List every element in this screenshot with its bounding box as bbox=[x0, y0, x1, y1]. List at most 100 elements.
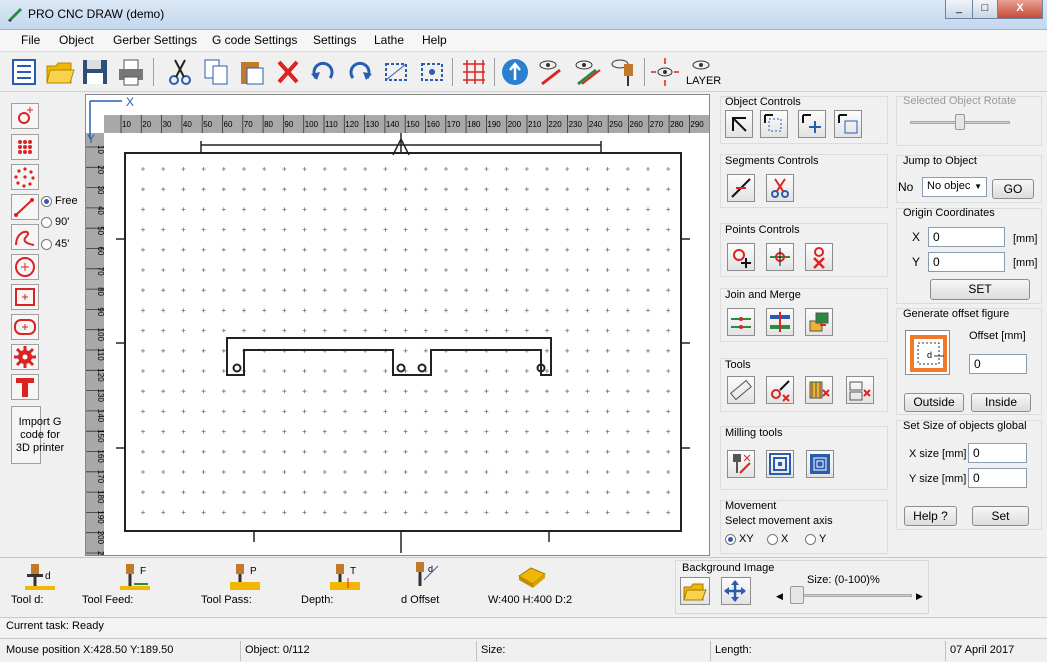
rotate-slider-thumb[interactable] bbox=[955, 114, 965, 130]
snap-free-radio[interactable]: Free bbox=[41, 195, 78, 207]
clear-tool-icon[interactable] bbox=[846, 376, 874, 404]
measure-tool-icon[interactable] bbox=[766, 376, 794, 404]
view-move-icon[interactable] bbox=[650, 56, 680, 88]
select-group-icon[interactable] bbox=[760, 110, 788, 138]
jump-object-select[interactable]: No objec ▼ bbox=[922, 177, 987, 197]
open-image-icon[interactable] bbox=[680, 577, 710, 605]
drill-icon[interactable] bbox=[727, 450, 755, 478]
y-tick-label: 160 bbox=[96, 450, 105, 464]
copy-icon[interactable] bbox=[201, 56, 231, 88]
save-icon[interactable] bbox=[80, 56, 110, 88]
depth-icon[interactable]: T bbox=[330, 562, 362, 593]
drawing-canvas[interactable]: 10 20 30 40 50 60 70 80 90 100 110 120 130 140 150 160 1… bbox=[85, 94, 710, 556]
direction-icon[interactable] bbox=[500, 56, 530, 88]
tool-pass-label: Tool Pass: bbox=[201, 594, 252, 606]
view-line-icon[interactable] bbox=[536, 56, 566, 88]
text-tool[interactable] bbox=[11, 374, 39, 400]
cut-icon[interactable] bbox=[165, 56, 195, 88]
ysize-input[interactable]: 0 bbox=[968, 468, 1027, 488]
origin-x-input[interactable]: 0 bbox=[928, 227, 1005, 247]
tool-pass-icon[interactable]: P bbox=[230, 562, 262, 593]
undo-icon[interactable] bbox=[308, 56, 338, 88]
delete-icon[interactable] bbox=[273, 56, 303, 88]
curve-tool[interactable] bbox=[11, 224, 39, 250]
insert-point-icon[interactable] bbox=[766, 243, 794, 271]
image-size-slider-thumb[interactable] bbox=[790, 586, 804, 604]
copy-object-icon[interactable] bbox=[834, 110, 862, 138]
radio-indicator bbox=[805, 533, 816, 545]
view-arrow-icon[interactable] bbox=[572, 56, 602, 88]
add-point-tool[interactable] bbox=[11, 103, 39, 129]
minimize-button[interactable]: _ bbox=[945, 0, 973, 19]
redo-icon[interactable] bbox=[345, 56, 375, 88]
set-size-button[interactable]: Set bbox=[972, 506, 1029, 526]
menu-gerber-settings[interactable]: Gerber Settings bbox=[113, 33, 197, 47]
cut-segment-icon[interactable] bbox=[766, 174, 794, 202]
import-gcode-label: Import G code for 3D printer bbox=[15, 416, 65, 454]
canvas-drawing[interactable]: 10 20 30 40 50 60 70 80 90 100 110 120 130 140 150 160 1… bbox=[86, 95, 710, 556]
menu-lathe[interactable]: Lathe bbox=[374, 33, 404, 47]
select-area-icon[interactable] bbox=[417, 56, 447, 88]
rounded-rect-tool[interactable] bbox=[11, 314, 39, 340]
print-icon[interactable] bbox=[116, 56, 146, 88]
workpiece-icon[interactable] bbox=[515, 562, 547, 593]
x-tick-label: 30 bbox=[163, 120, 172, 129]
rectangle-tool[interactable] bbox=[11, 284, 39, 310]
gear-icon[interactable] bbox=[11, 344, 39, 370]
pocket-square-icon[interactable] bbox=[766, 450, 794, 478]
select-arrow-icon[interactable] bbox=[725, 110, 753, 138]
tool-feed-icon[interactable]: F bbox=[120, 562, 152, 593]
svg-text:P: P bbox=[250, 566, 257, 577]
mouse-position: Mouse position X:428.50 Y:189.50 bbox=[6, 644, 174, 656]
split-segment-icon[interactable] bbox=[727, 174, 755, 202]
point-grid-tool[interactable] bbox=[11, 134, 39, 160]
axis-x-radio[interactable]: X bbox=[767, 533, 788, 545]
origin-y-input[interactable]: 0 bbox=[928, 252, 1005, 272]
line-tool[interactable] bbox=[11, 194, 39, 220]
offset-input[interactable]: 0 bbox=[969, 354, 1027, 374]
tool-diameter-icon[interactable]: d bbox=[25, 562, 57, 593]
slider-right-icon[interactable]: ▶ bbox=[916, 591, 923, 602]
merge-icon[interactable] bbox=[766, 308, 794, 336]
list-icon[interactable] bbox=[9, 56, 39, 88]
d-offset-icon[interactable]: d bbox=[410, 560, 442, 593]
grid-icon[interactable] bbox=[459, 56, 489, 88]
menu-object[interactable]: Object bbox=[59, 33, 94, 47]
offset-figure-icon[interactable]: d bbox=[905, 330, 950, 375]
set-origin-button[interactable]: SET bbox=[930, 279, 1030, 300]
snap-90-radio[interactable]: 90' bbox=[41, 216, 69, 228]
pocket-spiral-icon[interactable] bbox=[806, 450, 834, 478]
snap-45-radio[interactable]: 45' bbox=[41, 238, 69, 250]
menu-gcode-settings[interactable]: G code Settings bbox=[212, 33, 297, 47]
layer-label: LAYER bbox=[686, 75, 722, 87]
join-icon[interactable] bbox=[727, 308, 755, 336]
go-button[interactable]: GO bbox=[992, 179, 1034, 199]
menu-file[interactable]: File bbox=[21, 33, 40, 47]
outside-button[interactable]: Outside bbox=[904, 393, 964, 412]
object-controls-title: Object Controls bbox=[725, 96, 801, 108]
move-image-icon[interactable] bbox=[721, 577, 751, 605]
maximize-button[interactable]: □ bbox=[972, 0, 998, 19]
add-point-icon[interactable] bbox=[727, 243, 755, 271]
view-tool-icon[interactable] bbox=[608, 56, 638, 88]
close-button[interactable]: X bbox=[997, 0, 1043, 19]
delete-point-icon[interactable] bbox=[805, 243, 833, 271]
axis-xy-radio[interactable]: XY bbox=[725, 533, 754, 545]
paste-icon[interactable] bbox=[237, 56, 267, 88]
ruler-icon[interactable] bbox=[727, 376, 755, 404]
slider-left-icon[interactable]: ◀ bbox=[776, 591, 783, 602]
combine-icon[interactable] bbox=[805, 308, 833, 336]
axis-y-radio[interactable]: Y bbox=[805, 533, 826, 545]
menu-help[interactable]: Help bbox=[422, 33, 447, 47]
move-object-icon[interactable] bbox=[798, 110, 826, 138]
circle-tool[interactable] bbox=[11, 254, 39, 280]
select-rect-icon[interactable] bbox=[381, 56, 411, 88]
open-folder-icon[interactable] bbox=[45, 56, 75, 88]
menu-settings[interactable]: Settings bbox=[313, 33, 356, 47]
hatch-tool-icon[interactable] bbox=[805, 376, 833, 404]
xsize-input[interactable]: 0 bbox=[968, 443, 1027, 463]
layer-button[interactable]: LAYER bbox=[686, 56, 722, 88]
help-button[interactable]: Help ? bbox=[904, 506, 957, 526]
inside-button[interactable]: Inside bbox=[971, 393, 1031, 412]
point-circle-tool[interactable] bbox=[11, 164, 39, 190]
